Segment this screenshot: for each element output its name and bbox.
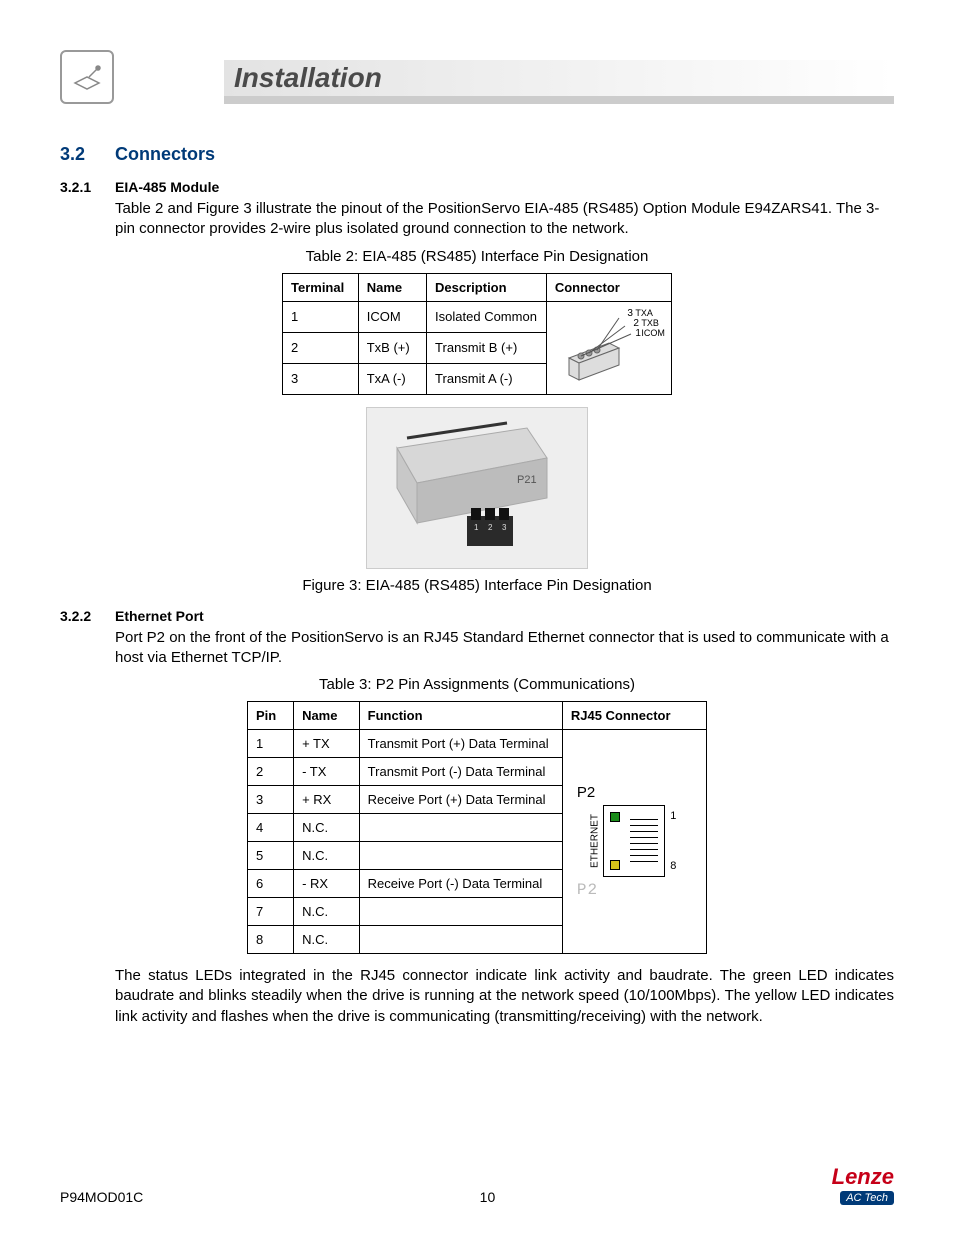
table-eia485: Terminal Name Description Connector 1 IC… (282, 273, 672, 395)
table2-caption: Table 2: EIA-485 (RS485) Interface Pin D… (60, 248, 894, 265)
cell: N.C. (294, 814, 360, 842)
cell: TxB (+) (358, 332, 426, 363)
th-func: Function (359, 702, 562, 730)
cell: 1 (283, 301, 359, 332)
cell: Transmit Port (-) Data Terminal (359, 758, 562, 786)
cell: TxA (-) (358, 363, 426, 394)
logo-sub-text: AC Tech (840, 1191, 894, 1205)
page-footer: P94MOD01C 10 Lenze AC Tech (60, 1166, 894, 1205)
th-desc: Description (427, 273, 547, 301)
th-conn: RJ45 Connector (562, 702, 706, 730)
cell (359, 842, 562, 870)
rj45-title: P2 (571, 784, 698, 801)
cell: Receive Port (+) Data Terminal (359, 786, 562, 814)
lenze-logo: Lenze AC Tech (832, 1166, 894, 1205)
figure3-image: P21 1 2 3 (366, 407, 588, 569)
rj45-outline-label: P2 (571, 881, 698, 899)
page-header: Installation (60, 50, 894, 104)
rj45-side-label: ETHERNET (590, 814, 601, 868)
led-green-icon (610, 812, 620, 822)
cell: - TX (294, 758, 360, 786)
th-name: Name (358, 273, 426, 301)
installation-icon (60, 50, 114, 104)
paragraph: The status LEDs integrated in the RJ45 c… (115, 966, 894, 1027)
subsection-title: Ethernet Port (115, 608, 204, 624)
subsection-title: EIA-485 Module (115, 179, 219, 195)
cell: Isolated Common (427, 301, 547, 332)
cell (359, 814, 562, 842)
pin-1-label: 1 (670, 810, 676, 822)
paragraph: Table 2 and Figure 3 illustrate the pino… (115, 199, 894, 240)
section-number: 3.2 (60, 144, 115, 165)
cell: 3 (248, 786, 294, 814)
subsection-number: 3.2.1 (60, 179, 115, 195)
th-pin: Pin (248, 702, 294, 730)
cell: ICOM (358, 301, 426, 332)
cell (359, 926, 562, 954)
cell: 2 (283, 332, 359, 363)
cell: Transmit B (+) (427, 332, 547, 363)
cell: 8 (248, 926, 294, 954)
connector-diagram-cell: TXA 3 TXB 2 ICOM 1 (546, 301, 671, 394)
cell: 6 (248, 870, 294, 898)
table3-caption: Table 3: P2 Pin Assignments (Communicati… (60, 676, 894, 693)
cell: 4 (248, 814, 294, 842)
pin-8-label: 8 (670, 860, 676, 872)
cell: N.C. (294, 926, 360, 954)
led-yellow-icon (610, 860, 620, 870)
subsection-number: 3.2.2 (60, 608, 115, 624)
th-name: Name (294, 702, 360, 730)
cell: Receive Port (-) Data Terminal (359, 870, 562, 898)
svg-text:2: 2 (488, 523, 493, 532)
logo-main-text: Lenze (832, 1166, 894, 1188)
page-number: 10 (480, 1189, 496, 1205)
figure3-caption: Figure 3: EIA-485 (RS485) Interface Pin … (60, 577, 894, 594)
svg-text:1: 1 (474, 523, 479, 532)
rj45-diagram-cell: P2 ETHERNET 1 8 P2 (562, 730, 706, 954)
cell (359, 898, 562, 926)
cell: Transmit A (-) (427, 363, 547, 394)
cell: + RX (294, 786, 360, 814)
cell: 2 (248, 758, 294, 786)
cell: N.C. (294, 898, 360, 926)
cell: Transmit Port (+) Data Terminal (359, 730, 562, 758)
cell: - RX (294, 870, 360, 898)
cell: 1 (248, 730, 294, 758)
header-title-bar: Installation (224, 60, 894, 104)
rj45-box-icon: 1 8 (603, 805, 665, 877)
cell: 3 (283, 363, 359, 394)
cell: + TX (294, 730, 360, 758)
th-connector: Connector (546, 273, 671, 301)
th-terminal: Terminal (283, 273, 359, 301)
cell: 7 (248, 898, 294, 926)
paragraph: Port P2 on the front of the PositionServ… (115, 628, 894, 669)
cell: 5 (248, 842, 294, 870)
table-rj45: Pin Name Function RJ45 Connector 1 + TX … (247, 701, 707, 954)
svg-text:3: 3 (502, 523, 507, 532)
page-title: Installation (234, 62, 894, 94)
doc-id: P94MOD01C (60, 1189, 143, 1205)
section-title: Connectors (115, 144, 215, 165)
svg-text:P21: P21 (517, 474, 537, 486)
cell: N.C. (294, 842, 360, 870)
